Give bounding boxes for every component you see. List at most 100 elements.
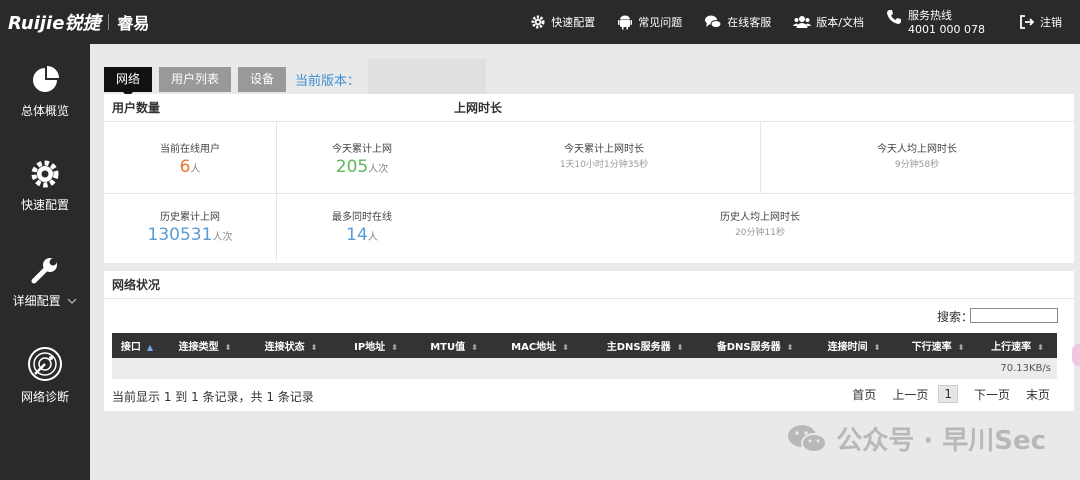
gear-icon <box>531 15 545 29</box>
sidebar: 总体概览 快速配置 详细配置 网络诊断 <box>0 44 90 480</box>
stats-panel-header: 用户数量 上网时长 <box>104 94 1074 122</box>
table-row[interactable]: 70.13KB/s <box>112 358 1057 379</box>
stat-unit: 人 <box>367 232 378 243</box>
brand-name: Ruijie锐捷 <box>8 13 101 34</box>
nav-online-support-label: 在线客服 <box>727 16 772 29</box>
search-input[interactable] <box>970 308 1058 323</box>
stat-label: 今天累计上网时长 <box>564 144 644 155</box>
column-header[interactable]: 接口 ▲ <box>112 333 162 358</box>
stat-label: 今天累计上网 <box>332 144 392 155</box>
search-row: 搜索： <box>104 299 1074 329</box>
watermark-text: 公众号 · 早川Sec <box>836 426 1046 456</box>
stat-history-avg: 历史人均上网时长 20分钟11秒 <box>448 208 1072 238</box>
stat-label: 历史累计上网 <box>160 212 220 223</box>
tab-devices[interactable]: 设备 <box>238 66 287 92</box>
hotline: 服务热线 4001 000 078 <box>886 7 985 37</box>
stat-current-online: 当前在线用户 6人 <box>104 140 276 177</box>
column-header[interactable]: 连接类型 ⬍ <box>162 333 248 358</box>
stat-label: 今天人均上网时长 <box>877 144 957 155</box>
upload-rate-cell: 70.13KB/s <box>978 358 1057 379</box>
page-next[interactable]: 下一页 <box>974 386 1010 403</box>
top-bar: Ruijie锐捷 睿易 快速配置 常见问题 在线客服 版本/文档 服务热线 40… <box>0 0 1080 44</box>
logo[interactable]: Ruijie锐捷 睿易 <box>8 10 149 34</box>
phone-icon <box>887 10 902 24</box>
wrench-icon <box>31 258 57 284</box>
stat-label: 历史人均上网时长 <box>720 212 800 223</box>
stats-grid: 当前在线用户 6人 今天累计上网 205人次 今天累计上网时长 1天10小时1分… <box>104 122 1074 261</box>
network-table: 接口 ▲ 连接类型 ⬍ 连接状态 ⬍ IP地址 ⬍ MTU值 ⬍ MAC地址 ⬍ 主DNS服… <box>112 333 1057 379</box>
column-header[interactable]: MTU值 ⬍ <box>418 333 490 358</box>
user-count-title: 用户数量 <box>112 101 161 115</box>
stat-value: 14 <box>346 225 368 245</box>
stat-value: 20分钟11秒 <box>735 228 785 238</box>
chevron-down-icon <box>67 298 77 304</box>
nav-quick-config-label: 快速配置 <box>551 16 596 29</box>
sidebar-item-diagnosis[interactable]: 网络诊断 <box>0 346 90 405</box>
page-first[interactable]: 首页 <box>852 386 876 403</box>
hotline-label: 服务热线 <box>908 9 953 22</box>
nav-docs-label: 版本/文档 <box>816 16 865 29</box>
page-last[interactable]: 末页 <box>1026 386 1050 403</box>
sub-brand: 睿易 <box>117 14 150 33</box>
logout-button[interactable]: 注销 <box>1019 14 1062 30</box>
table-header-row: 接口 ▲ 连接类型 ⬍ 连接状态 ⬍ IP地址 ⬍ MTU值 ⬍ MAC地址 ⬍ 主DNS服… <box>112 333 1057 358</box>
tab-bar: 网络 用户列表 设备 当前版本： <box>104 59 487 99</box>
sidebar-item-label: 详细配置 <box>12 294 61 308</box>
sidebar-item-quick-config[interactable]: 快速配置 <box>0 158 90 213</box>
table-cell-redacted <box>112 358 978 379</box>
column-header[interactable]: 连接状态 ⬍ <box>248 333 334 358</box>
nav-online-support[interactable]: 在线客服 <box>704 14 771 30</box>
stat-value: 130531 <box>147 225 213 245</box>
stat-unit: 人 <box>190 164 201 175</box>
sidebar-item-label: 总体概览 <box>20 104 69 118</box>
logo-divider <box>108 14 110 30</box>
page-prev[interactable]: 上一页 <box>892 386 928 403</box>
nav-faq[interactable]: 常见问题 <box>617 14 682 30</box>
divider <box>104 193 1074 194</box>
stat-value: 205 <box>335 157 369 177</box>
column-header[interactable]: 下行速率 ⬍ <box>898 333 978 358</box>
users-icon <box>793 16 812 28</box>
nav-quick-config[interactable]: 快速配置 <box>530 14 595 30</box>
stats-panel: 用户数量 上网时长 当前在线用户 6人 今天累计上网 205人次 今天累计上网时… <box>104 94 1074 263</box>
current-version-label: 当前版本： <box>295 73 361 89</box>
gear-icon <box>31 160 59 188</box>
column-header[interactable]: 上行速率 ⬍ <box>978 333 1057 358</box>
pagination: 首页 上一页 1 下一页 末页 <box>836 385 1050 403</box>
watermark: 公众号 · 早川Sec <box>786 420 1046 457</box>
sidebar-item-detail-config[interactable]: 详细配置 <box>0 254 90 309</box>
android-icon <box>618 15 633 30</box>
top-nav: 快速配置 常见问题 在线客服 版本/文档 服务热线 4001 000 078 注… <box>508 0 1062 44</box>
column-header[interactable]: IP地址 ⬍ <box>334 333 418 358</box>
nav-docs[interactable]: 版本/文档 <box>793 14 864 30</box>
stat-label: 当前在线用户 <box>160 144 220 155</box>
search-label: 搜索： <box>936 310 973 324</box>
hotline-number: 4001 000 078 <box>908 23 985 36</box>
version-value-redacted <box>368 59 487 99</box>
column-header[interactable]: 连接时间 ⬍ <box>810 333 898 358</box>
sidebar-item-overview[interactable]: 总体概览 <box>0 64 90 119</box>
stat-label: 最多同时在线 <box>332 212 392 223</box>
stat-today-avg: 今天人均上网时长 9分钟58秒 <box>760 140 1074 170</box>
network-status-title: 网络状况 <box>104 271 1074 299</box>
sidebar-item-label: 网络诊断 <box>20 390 69 404</box>
stat-unit: 人次 <box>368 164 389 175</box>
pie-chart-icon <box>33 66 59 92</box>
wechat-icon <box>788 424 828 453</box>
stat-unit: 人次 <box>212 232 233 243</box>
tab-network[interactable]: 网络 <box>104 66 153 97</box>
stat-today-duration: 今天累计上网时长 1天10小时1分钟35秒 <box>448 140 760 170</box>
stat-value: 9分钟58秒 <box>894 160 940 170</box>
page-current[interactable]: 1 <box>938 385 958 403</box>
stat-today-total: 今天累计上网 205人次 <box>276 140 448 177</box>
stat-value: 6 <box>179 157 191 177</box>
stat-max-concurrent: 最多同时在线 14人 <box>276 208 448 245</box>
column-header[interactable]: 主DNS服务器 ⬍ <box>590 333 700 358</box>
logout-icon <box>1020 15 1035 29</box>
column-header[interactable]: MAC地址 ⬍ <box>490 333 590 358</box>
column-header[interactable]: 备DNS服务器 ⬍ <box>700 333 810 358</box>
records-summary: 当前显示 1 到 1 条记录，共 1 条记录 <box>112 390 314 404</box>
sidebar-item-label: 快速配置 <box>20 198 69 212</box>
tab-user-list[interactable]: 用户列表 <box>159 66 232 92</box>
side-float-handle[interactable] <box>1072 344 1080 366</box>
